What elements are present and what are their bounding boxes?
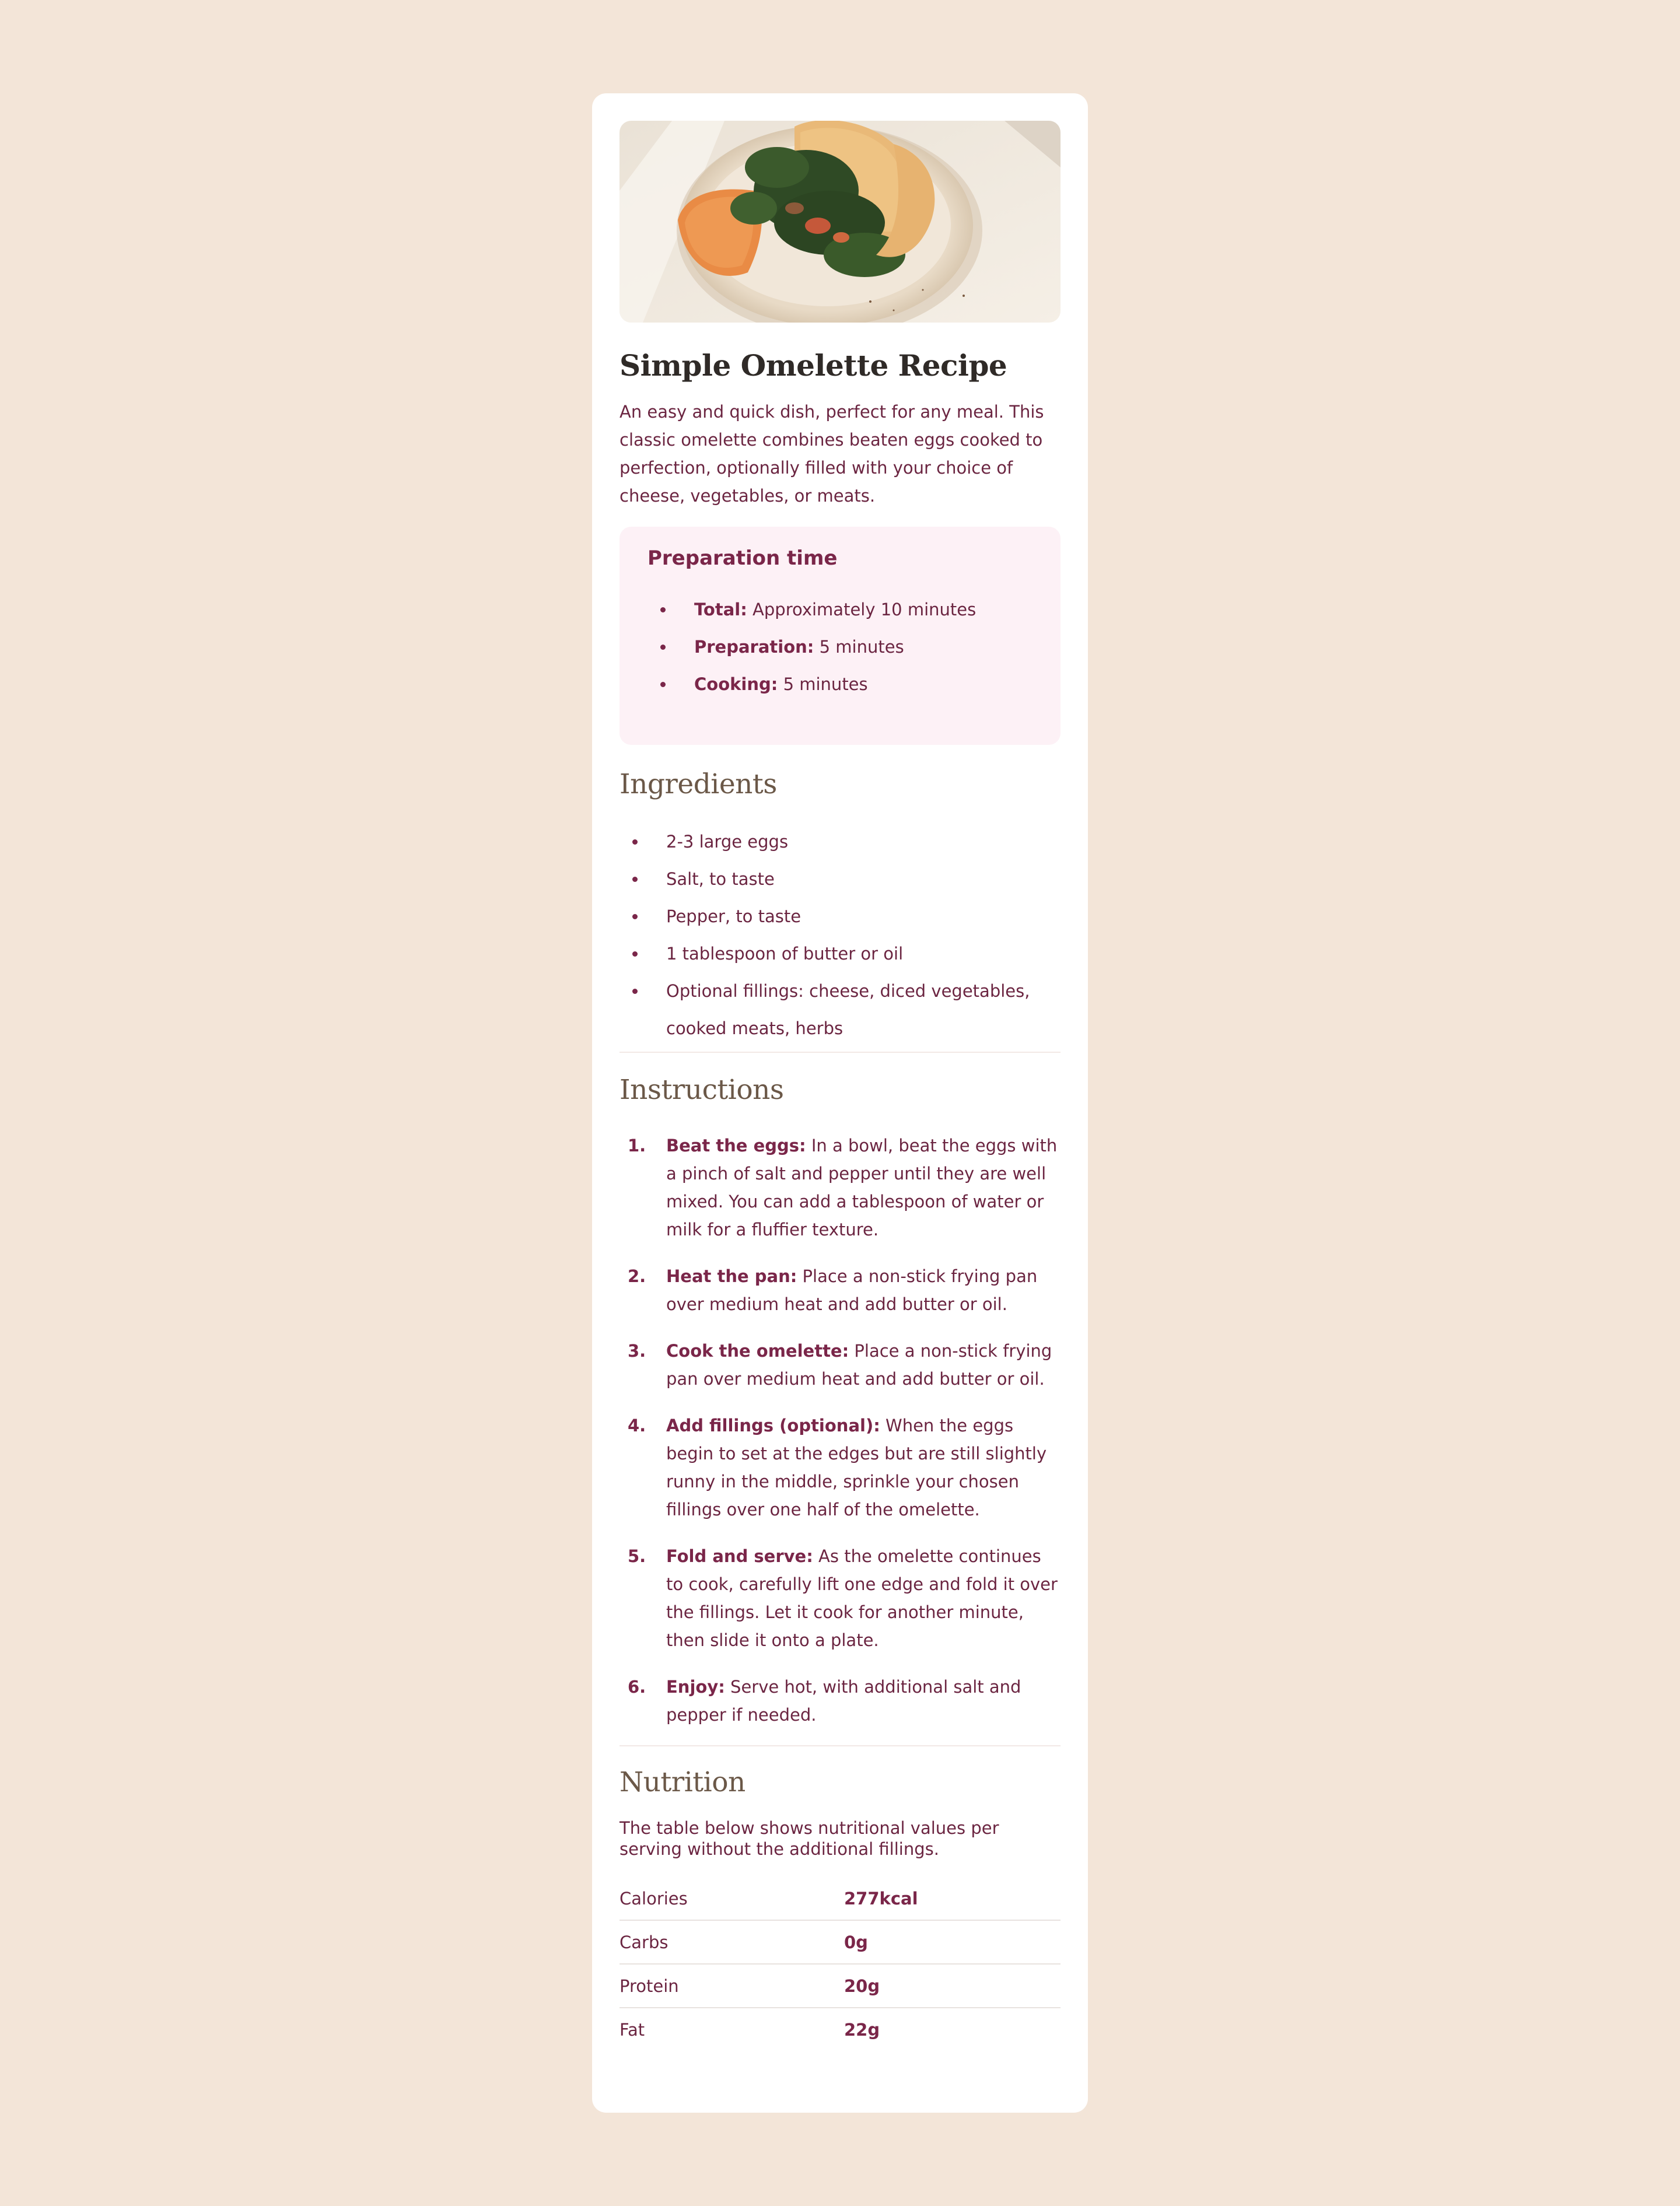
recipe-title: Simple Omelette Recipe <box>620 348 1007 383</box>
ingredients-heading: Ingredients <box>620 768 777 800</box>
list-item: Optional fillings: cheese, diced vegetab… <box>620 972 1060 1047</box>
nutrition-intro: The table below shows nutritional values… <box>620 1818 999 1859</box>
instruction-step: 4. Add fillings (optional): When the eggs… <box>628 1416 1047 1519</box>
instruction-step: 5. Fold and serve: As the omelette contin… <box>628 1546 1058 1650</box>
nutrient-name: Protein <box>620 1963 844 2008</box>
instructions-list: 1. Beat the eggs: In a bowl, beat the egg… <box>620 1132 1060 1729</box>
instruction-step: 1. Beat the eggs: In a bowl, beat the egg… <box>628 1136 1058 1239</box>
table-row: Carbs 0g <box>620 1920 1060 1964</box>
recipe-card: Simple Omelette Recipe An easy and quick… <box>592 93 1088 2113</box>
list-item: Salt, to taste <box>620 860 1060 898</box>
preparation-time-box: Preparation time Total: Approximately 10… <box>620 527 1060 745</box>
nutrition-table: Calories 277kcal Carbs 0g Protein 20g Fat 22… <box>620 1877 1060 2051</box>
bullet-icon <box>660 682 666 687</box>
list-item: Preparation: 5 minutes <box>648 628 1032 666</box>
recipe-intro: An easy and quick dish, perfect for any … <box>620 402 1044 506</box>
nutrient-value: 277kcal <box>844 1888 918 1909</box>
nutrient-value: 22g <box>844 2007 1060 2051</box>
table-row: Fat 22g <box>620 2007 1060 2051</box>
instructions-heading: Instructions <box>620 1074 784 1106</box>
omelette-photo <box>620 121 1060 323</box>
list-item: Cooking: 5 minutes <box>648 666 1032 703</box>
divider <box>620 1745 1060 1746</box>
bullet-icon <box>660 645 666 650</box>
bullet-icon <box>660 607 666 612</box>
table-row: Calories 277kcal <box>620 1877 1060 1920</box>
nutrient-name: Carbs <box>620 1920 844 1964</box>
bullet-icon <box>632 989 638 994</box>
nutrient-value: 0g <box>844 1920 1060 1964</box>
bullet-icon <box>632 914 638 919</box>
table-row: Protein 20g <box>620 1963 1060 2008</box>
nutrition-heading: Nutrition <box>620 1766 746 1798</box>
preparation-time-title: Preparation time <box>648 547 838 570</box>
list-item: 1 tablespoon of butter or oil <box>620 935 1060 972</box>
preparation-time-list: Total: Approximately 10 minutes Preparat… <box>648 591 1032 703</box>
instruction-step: 6. Enjoy: Serve hot, with additional salt… <box>628 1677 1021 1725</box>
instruction-step: 3. Cook the omelette: Place a non-stick f… <box>628 1341 1052 1389</box>
bullet-icon <box>632 877 638 882</box>
ingredients-list: 2-3 large eggs Salt, to taste Pepper, to… <box>620 823 1060 1047</box>
nutrient-name: Calories <box>620 1888 688 1909</box>
nutrient-name: Fat <box>620 2007 844 2051</box>
bullet-icon <box>632 951 638 957</box>
instruction-step: 2. Heat the pan: Place a non-stick frying… <box>628 1266 1038 1314</box>
list-item: Total: Approximately 10 minutes <box>648 591 1032 628</box>
bullet-icon <box>632 839 638 845</box>
list-item: Pepper, to taste <box>620 898 1060 935</box>
divider <box>620 1052 1060 1053</box>
nutrient-value: 20g <box>844 1963 1060 2008</box>
list-item: 2-3 large eggs <box>620 823 1060 860</box>
